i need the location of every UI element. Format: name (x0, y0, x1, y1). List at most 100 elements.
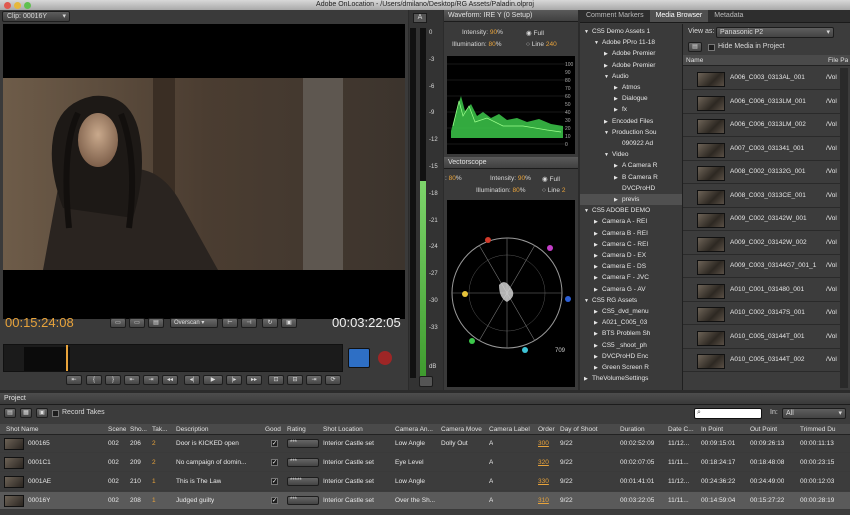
tree-item[interactable]: ▶ CS5_dvd_menu (580, 306, 682, 317)
disclosure-closed-icon[interactable]: ▶ (614, 94, 622, 104)
tree-item[interactable]: DVCProHD (580, 183, 682, 194)
tree-item[interactable]: ▼ Video (580, 149, 682, 160)
good-checkbox[interactable]: ✓ (271, 440, 278, 447)
minimize-window-button[interactable] (14, 2, 21, 9)
sync-button[interactable] (348, 348, 370, 368)
tree-item[interactable]: ▼ Adobe PPro 11-18 (580, 37, 682, 48)
tree-item[interactable]: ▶ CS5 _shoot_ph (580, 340, 682, 351)
disclosure-closed-icon[interactable]: ▶ (614, 105, 622, 115)
cell-order[interactable]: 330 (538, 473, 549, 491)
rating-dropdown[interactable]: *** (287, 439, 319, 448)
column-header[interactable]: Scene (108, 424, 126, 435)
good-checkbox[interactable]: ✓ (271, 478, 278, 485)
tree-item[interactable]: ▶ Dialogue (580, 93, 682, 104)
project-search-input[interactable]: ⌕ (694, 408, 762, 419)
column-header[interactable]: Trimmed Du (800, 424, 836, 435)
cell-order[interactable]: 320 (538, 454, 549, 472)
wf-line-radio[interactable]: ○ Line 240 (526, 41, 557, 48)
column-header[interactable]: Shot Name (6, 424, 39, 435)
disclosure-closed-icon[interactable]: ▶ (594, 217, 602, 227)
disclosure-closed-icon[interactable]: ▶ (594, 285, 602, 295)
media-list-item[interactable]: A010_C001_031480_001/Vol (683, 280, 840, 302)
tree-item[interactable]: ▶ A Camera R (580, 160, 682, 171)
view-as-dropdown[interactable]: Panasonic P2 ▾ (716, 27, 834, 38)
video-viewer[interactable] (3, 24, 405, 319)
loop-button[interactable]: ↻ (262, 318, 278, 328)
meter-settings-icon[interactable] (419, 376, 433, 387)
disclosure-closed-icon[interactable]: ▶ (594, 318, 602, 328)
disclosure-open-icon[interactable]: ▼ (604, 72, 612, 82)
disclosure-closed-icon[interactable]: ▶ (584, 374, 592, 384)
timeline-scrubber[interactable] (3, 344, 343, 372)
column-header[interactable]: Description (176, 424, 209, 435)
mark-out-button[interactable]: ⊣ (241, 318, 257, 328)
disclosure-open-icon[interactable]: ▼ (584, 27, 592, 37)
table-row[interactable]: 000165 002 206 2 Door is KICKED open ✓ *** Inte… (0, 435, 850, 453)
zoom-window-button[interactable] (24, 2, 31, 9)
column-header[interactable]: Rating (287, 424, 306, 435)
tree-item[interactable]: ▶ Adobe Premier (580, 48, 682, 59)
goto-in-icon[interactable]: ⇤ (66, 375, 82, 385)
tree-item[interactable]: ▶ Atmos (580, 82, 682, 93)
safe-zones-button[interactable]: ▭ (110, 318, 126, 328)
rating-dropdown[interactable]: *** (287, 458, 319, 467)
cell-take[interactable]: 1 (152, 492, 156, 510)
fast-forward-icon[interactable]: ▸▸ (246, 375, 262, 385)
good-checkbox[interactable]: ✓ (271, 497, 278, 504)
vs-left-value[interactable]: 80 (449, 175, 456, 182)
disclosure-open-icon[interactable]: ▼ (604, 128, 612, 138)
table-row[interactable]: 0001AE 002 210 1 This is The Law ✓ ***** Interi… (0, 473, 850, 491)
col-filepath[interactable]: File Pa (828, 55, 848, 66)
tree-item[interactable]: ▶ Camera G - AV (580, 284, 682, 295)
column-header[interactable]: Camera An... (395, 424, 433, 435)
tree-item[interactable]: ▶ Camera D - EX (580, 250, 682, 261)
media-list-scrollbar[interactable] (840, 68, 848, 388)
clip-selector[interactable]: Clip: 00016Y ▾ (2, 11, 70, 22)
media-list-item[interactable]: A009_C003_03144G7_001_1/Vol (683, 256, 840, 278)
column-header[interactable]: Day of Shoot (560, 424, 598, 435)
delete-icon[interactable]: ▣ (36, 408, 48, 418)
disclosure-open-icon[interactable]: ▼ (584, 296, 592, 306)
disclosure-closed-icon[interactable]: ▶ (614, 195, 622, 205)
tree-item[interactable]: ▶ Camera C - REI (580, 239, 682, 250)
close-window-button[interactable] (4, 2, 11, 9)
disclosure-closed-icon[interactable]: ▶ (594, 273, 602, 283)
disclosure-closed-icon[interactable]: ▶ (614, 83, 622, 93)
shuttle-icon[interactable]: ⊟ (287, 375, 303, 385)
tree-item[interactable]: ▼ CS5 Demo Assets 1 (580, 26, 682, 37)
good-checkbox[interactable]: ✓ (271, 459, 278, 466)
overscan-dropdown[interactable]: Overscan ▾ (170, 318, 218, 328)
column-header[interactable]: Duration (620, 424, 645, 435)
disclosure-closed-icon[interactable]: ▶ (594, 329, 602, 339)
tab-media-browser[interactable]: Media Browser (649, 10, 709, 22)
media-list-item[interactable]: A010_C005_03144T_001/Vol (683, 327, 840, 349)
output-button[interactable]: ▤ (148, 318, 164, 328)
tree-item[interactable]: ▶ BTS Problem Sh (580, 328, 682, 339)
disclosure-closed-icon[interactable]: ▶ (594, 251, 602, 261)
column-header[interactable]: Out Point (750, 424, 777, 435)
cell-take[interactable]: 2 (152, 435, 156, 453)
next-edit-icon[interactable]: ⇥ (143, 375, 159, 385)
wf-line-value[interactable]: 240 (546, 41, 557, 48)
table-row[interactable]: 0001C1 002 209 2 No campaign of domin... ✓ ***… (0, 454, 850, 472)
disclosure-closed-icon[interactable]: ▶ (604, 61, 612, 71)
vs-line-value[interactable]: 2 (562, 187, 566, 194)
disclosure-closed-icon[interactable]: ▶ (614, 173, 622, 183)
tree-item[interactable]: ▼ CS5 RG Assets (580, 295, 682, 306)
meter-channel-tab[interactable]: A (413, 13, 427, 23)
cell-take[interactable]: 1 (152, 473, 156, 491)
tree-item[interactable]: ▶ Adobe Premier (580, 60, 682, 71)
tree-item[interactable]: ▶ Green Screen R (580, 362, 682, 373)
new-shot-icon[interactable]: ▤ (4, 408, 16, 418)
column-header[interactable]: Sho... (130, 424, 147, 435)
column-header[interactable]: Camera Label (489, 424, 530, 435)
tree-item[interactable]: ▼ Production Sou (580, 127, 682, 138)
step-forward-icon[interactable]: } (105, 375, 121, 385)
media-list-item[interactable]: A006_C006_0313LM_001/Vol (683, 92, 840, 114)
frame-forward-icon[interactable]: |▸ (226, 375, 242, 385)
in-filter-dropdown[interactable]: All ▾ (782, 408, 846, 419)
vs-line-radio[interactable]: ○ Line 2 (542, 187, 565, 194)
loop-playback-icon[interactable]: ⟳ (325, 375, 341, 385)
tab-metadata[interactable]: Metadata (708, 10, 749, 22)
tree-item[interactable]: ▶ DVCProHD Enc (580, 351, 682, 362)
